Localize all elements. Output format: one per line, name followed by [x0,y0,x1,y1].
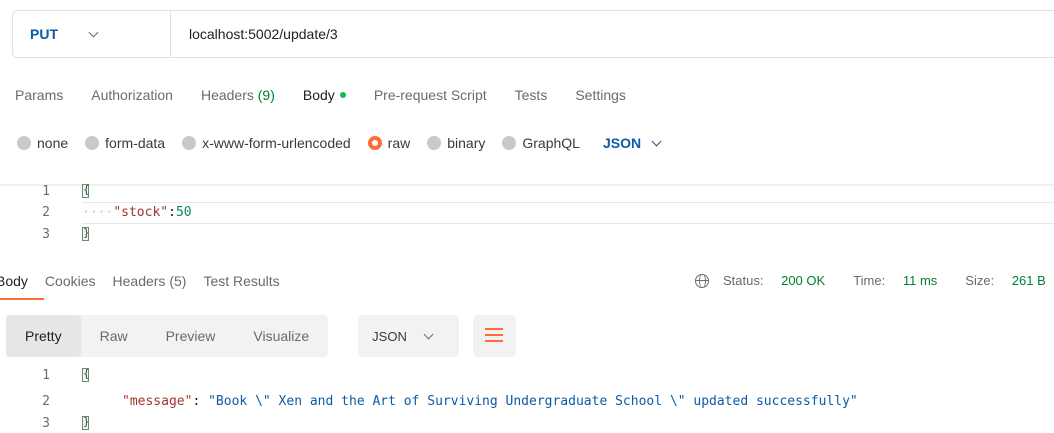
response-line-2: "message": "Book \" Xen and the Art of S… [122,394,858,409]
fold-brace-icon: } [82,226,90,241]
json-value: "Book \" Xen and the Art of Surviving Un… [208,394,858,409]
response-tab-cookies[interactable]: Cookies [45,273,96,289]
tab-settings[interactable]: Settings [575,87,626,103]
fold-brace-icon: { [82,367,90,382]
request-url-bar: PUT localhost:5002/update/3 [12,10,1054,58]
line-number: 3 [42,416,50,431]
size-value: 261 B [1011,273,1046,288]
response-tab-body[interactable]: Body [0,273,28,289]
radio-label: GraphQL [522,135,580,151]
url-input[interactable]: localhost:5002/update/3 [171,26,338,42]
body-indicator-dot [339,92,346,99]
tab-body-label: Body [302,87,335,103]
line-number: 1 [42,368,50,383]
tab-headers-count: (9) [257,87,275,103]
tab-params[interactable]: Params [15,87,63,103]
radio-label: x-www-form-urlencoded [202,135,351,151]
request-tabs: Params Authorization Headers (9) Body Pr… [15,87,654,103]
response-status: Status: 200 OK Time: 11 ms Size: 261 B [695,273,1054,288]
response-line-3: } [82,415,90,433]
radio-label: none [37,135,69,151]
response-tabs: Body Cookies Headers (5) Test Results [0,273,297,289]
tab-authorization[interactable]: Authorization [91,87,173,103]
tab-headers-label: Headers [200,87,254,103]
globe-icon[interactable] [695,273,709,288]
radio-circle [427,136,442,150]
body-language-select[interactable]: JSON [602,135,662,151]
radio-x-www-form-urlencoded[interactable]: x-www-form-urlencoded [182,135,351,151]
tab-pre-request-script[interactable]: Pre-request Script [374,87,487,103]
wrap-lines-icon[interactable] [473,315,517,357]
radio-circle-selected [367,136,382,150]
json-value: 50 [175,205,192,220]
response-tab-test-results[interactable]: Test Results [203,273,279,289]
radio-circle [85,136,100,150]
radio-raw[interactable]: raw [367,135,411,151]
time-info: Time: 11 ms [853,273,938,288]
active-tab-underline [0,298,44,300]
view-visualize[interactable]: Visualize [234,315,328,357]
fold-brace-icon: } [82,415,90,430]
tab-headers[interactable]: Headers (9) [201,87,275,103]
chevron-down-icon [423,329,434,339]
radio-circle [502,136,517,150]
view-mode-segment: Pretty Raw Preview Visualize [6,315,329,357]
response-tab-headers[interactable]: Headers (5) [113,273,187,289]
radio-circle [17,136,31,150]
radio-circle [182,136,197,150]
response-body-viewer[interactable]: 1 { 2 "message": "Book \" Xen and the Ar… [0,366,1054,433]
tab-body[interactable]: Body [303,87,346,103]
view-preview[interactable]: Preview [147,315,235,357]
line-number: 2 [42,394,50,409]
response-format-select[interactable]: JSON [358,315,460,357]
response-format-label: JSON [372,328,407,344]
code-line-3: } [82,226,90,245]
fold-brace-icon: { [82,183,90,198]
method-select[interactable]: PUT [13,11,171,57]
radio-label: binary [447,135,486,151]
line-number: 2 [42,205,50,220]
method-label: PUT [30,26,58,42]
view-pretty[interactable]: Pretty [6,315,81,357]
radio-form-data[interactable]: form-data [85,135,165,151]
line-number: 1 [42,184,50,199]
status-code: 200 OK [781,273,826,288]
chevron-down-icon [651,136,662,146]
request-body-editor[interactable]: 1 { 2 ····"stock":50 3 } [0,183,1054,246]
json-key: "message" [122,394,193,409]
view-raw[interactable]: Raw [81,315,147,357]
body-language-label: JSON [602,135,642,151]
response-view-bar: Pretty Raw Preview Visualize JSON [6,315,517,357]
time-value: 11 ms [902,273,938,288]
json-colon: : [168,205,176,220]
tab-tests[interactable]: Tests [515,87,548,103]
line-number: 3 [42,227,50,242]
body-mode-radios: none form-data x-www-form-urlencoded raw… [17,135,662,151]
json-key: "stock" [113,205,169,220]
status-info: Status: 200 OK [723,273,826,288]
radio-binary[interactable]: binary [427,135,485,151]
code-line-2: ····"stock":50 [82,205,192,220]
size-info: Size: 261 B [965,273,1046,288]
radio-graphql[interactable]: GraphQL [502,135,580,151]
radio-none[interactable]: none [17,135,68,151]
chevron-down-icon [88,27,99,37]
radio-label: raw [387,135,411,151]
response-line-1: { [82,367,90,386]
radio-label: form-data [105,135,166,151]
code-line-1: { [82,183,90,202]
